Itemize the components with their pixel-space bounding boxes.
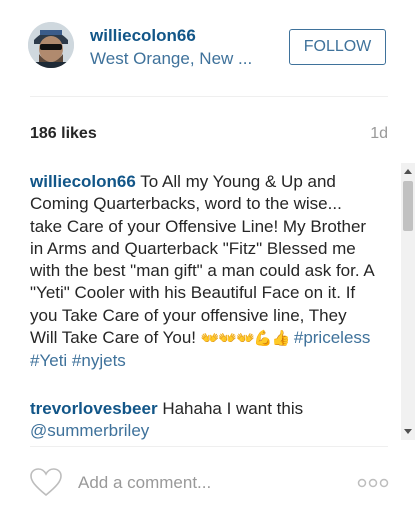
header-divider <box>30 96 388 97</box>
caption: williecolon66 To All my Young & Up and C… <box>30 171 375 373</box>
footer-divider <box>30 446 388 447</box>
caption-text: To All my Young & Up and Coming Quarterb… <box>30 172 374 348</box>
add-comment-input[interactable] <box>78 470 338 496</box>
comment-username[interactable]: trevorlovesbeer <box>30 399 158 418</box>
comments-list[interactable]: williecolon66 To All my Young & Up and C… <box>0 163 415 440</box>
post-username[interactable]: williecolon66 <box>90 26 196 46</box>
follow-button[interactable]: FOLLOW <box>289 29 386 65</box>
caption-emoji: 👐👐👐💪👍 <box>200 330 290 348</box>
more-options-icon[interactable] <box>357 476 389 488</box>
post-header: williecolon66 West Orange, New ... FOLLO… <box>0 0 415 96</box>
post-timestamp[interactable]: 1d <box>370 125 388 143</box>
caption-username[interactable]: williecolon66 <box>30 172 136 191</box>
scroll-up-icon[interactable] <box>404 169 412 174</box>
likes-count[interactable]: 186 likes <box>30 125 97 143</box>
post-location[interactable]: West Orange, New ... <box>90 49 252 69</box>
hashtag-yeti[interactable]: #Yeti <box>30 351 67 370</box>
hashtag-nyjets[interactable]: #nyjets <box>72 351 126 370</box>
comment-item: trevorlovesbeer Hahaha I want this @summ… <box>30 398 375 440</box>
scrollbar-thumb[interactable] <box>403 181 413 231</box>
comment-mention[interactable]: @summerbriley <box>30 421 149 440</box>
hashtag-priceless[interactable]: #priceless <box>294 328 371 347</box>
avatar[interactable] <box>28 22 74 68</box>
scroll-down-icon[interactable] <box>404 429 412 434</box>
comment-text: Hahaha I want this <box>162 399 304 418</box>
comments-scrollbar[interactable] <box>401 163 415 440</box>
heart-icon[interactable] <box>29 467 63 497</box>
